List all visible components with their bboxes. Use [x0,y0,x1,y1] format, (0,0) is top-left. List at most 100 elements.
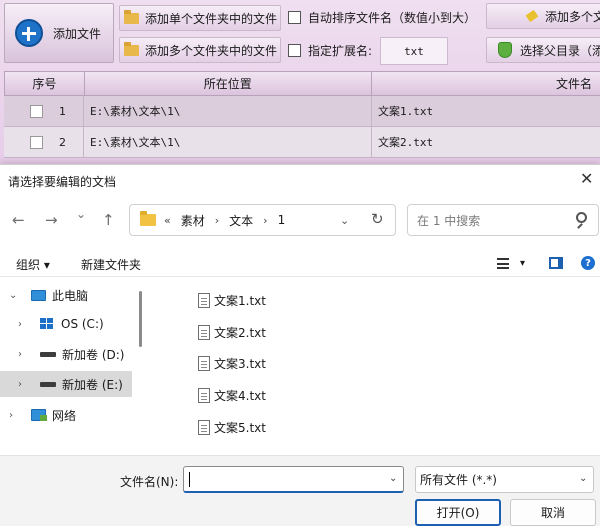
row-number-cell: 2 [4,127,84,157]
text-file-icon [198,355,210,371]
app-window: 添加文件 添加单个文件夹中的文件 添加多个文件夹中的文件 自动排序文件名（数值小… [0,0,600,170]
list-item[interactable]: 文案2.txt [198,320,266,344]
chevron-right-icon[interactable]: › [18,349,30,360]
auto-sort-label: 自动排序文件名（数值小到大） [308,10,477,25]
back-icon[interactable]: ← [12,211,25,229]
choose-parent-button[interactable]: 选择父目录（添 [486,37,600,63]
auto-sort-checkbox[interactable]: 自动排序文件名（数值小到大） [288,4,476,30]
filename-label: 文件名(N): [120,475,179,489]
add-multi-files-label: 添加多个文 [544,9,600,24]
list-item[interactable]: 文案5.txt [198,415,266,439]
shield-icon [498,42,512,58]
choose-parent-label: 选择父目录（添 [520,43,600,58]
row-filename: 文案2.txt [372,127,600,157]
table-row[interactable]: 1 E:\素材\文本\1\ 文案1.txt [4,96,600,127]
chevron-down-icon[interactable]: ⌄ [9,290,21,301]
address-bar[interactable]: « 素材 › 文本 › 1 ⌄ ↻ [129,204,396,236]
history-chevron-icon[interactable]: ⌄ [76,207,86,221]
text-file-icon [198,324,210,340]
chevron-down-icon[interactable]: ⌄ [389,473,397,484]
text-file-icon [198,387,210,403]
open-button[interactable]: 打开(O) [415,499,501,526]
row-checkbox[interactable] [30,104,43,118]
view-list-icon[interactable] [497,258,509,269]
ext-checkbox[interactable]: 指定扩展名: [288,37,372,63]
add-multi-files-button[interactable]: 添加多个文 [486,3,600,29]
tree-item-label: 新加卷 (E:) [62,377,123,392]
folder-icon [140,211,156,226]
file-name: 文案4.txt [214,388,266,403]
file-name: 文案5.txt [214,420,266,435]
breadcrumb-item[interactable]: 素材 [181,212,205,229]
chevron-right-icon[interactable]: › [18,319,30,330]
text-file-icon [198,292,210,308]
add-multi-folder-label: 添加多个文件夹中的文件 [145,43,278,58]
dialog-footer: 文件名(N): ⌄ 所有文件 (*.*) ⌄ 打开(O) 取消 [0,455,600,526]
breadcrumb-item[interactable]: 1 [278,213,286,227]
tree-item-label: 网络 [52,408,77,423]
view-dropdown-icon[interactable]: ▾ [520,258,525,269]
close-icon[interactable]: ✕ [580,169,593,188]
add-file-button[interactable]: 添加文件 [4,3,114,63]
text-caret [189,472,190,487]
help-icon[interactable]: ? [581,256,595,270]
tree-item-d-drive[interactable]: › 新加卷 (D:) [0,341,132,367]
search-input[interactable]: 在 1 中搜索 [407,204,599,236]
filetype-value: 所有文件 (*.*) [420,473,497,487]
address-dropdown-icon[interactable]: ⌄ [340,214,349,227]
row-number-cell: 1 [4,96,84,126]
checkbox-box[interactable] [288,10,301,24]
tree-item-c-drive[interactable]: › OS (C:) [0,311,132,337]
grid-header: 序号 所在位置 文件名 [4,71,600,96]
file-name: 文案1.txt [214,293,266,308]
col-location[interactable]: 所在位置 [85,72,372,95]
folder-icon [124,41,139,56]
chevron-down-icon[interactable]: ⌄ [579,473,587,484]
forward-icon[interactable]: → [45,211,58,229]
add-single-folder-label: 添加单个文件夹中的文件 [145,11,278,26]
tree-item-label: OS (C:) [61,317,104,331]
plus-icon [15,19,43,47]
checkbox-box[interactable] [288,43,301,57]
search-icon[interactable] [576,212,587,223]
filetype-select[interactable]: 所有文件 (*.*) ⌄ [415,466,594,493]
dialog-title: 请选择要编辑的文档 [8,175,117,189]
new-folder-button[interactable]: 新建文件夹 [81,256,141,273]
table-row[interactable]: 2 E:\素材\文本\1\ 文案2.txt [4,127,600,158]
add-multi-folder-button[interactable]: 添加多个文件夹中的文件 [119,37,281,63]
list-item[interactable]: 文案3.txt [198,351,266,375]
folder-icon [124,9,139,24]
file-name: 文案2.txt [214,325,266,340]
breadcrumb-item[interactable]: 文本 [229,212,253,229]
breadcrumb-more[interactable]: « [164,214,171,227]
row-location: E:\素材\文本\1\ [84,96,372,126]
pc-icon [31,289,46,301]
organize-menu[interactable]: 组织 ▾ [16,256,50,273]
row-filename: 文案1.txt [372,96,600,126]
ext-label: 指定扩展名: [308,43,373,58]
network-icon [31,409,47,421]
file-name: 文案3.txt [214,356,266,371]
tree-item-e-drive[interactable]: › 新加卷 (E:) [0,371,132,397]
command-bar: 组织 ▾ 新建文件夹 ▾ ? [0,251,600,277]
row-checkbox[interactable] [30,135,43,149]
refresh-icon[interactable]: ↻ [371,210,384,228]
up-icon[interactable]: ↑ [102,211,115,229]
list-item[interactable]: 文案1.txt [198,288,266,312]
preview-pane-icon[interactable] [549,257,563,269]
chevron-right-icon[interactable]: › [18,379,30,390]
col-no[interactable]: 序号 [5,72,85,95]
filename-input[interactable]: ⌄ [183,466,404,493]
cancel-button[interactable]: 取消 [510,499,596,526]
tree-item-this-pc[interactable]: ⌄ 此电脑 [0,282,132,308]
tree-scrollbar[interactable] [139,291,142,347]
drive-icon [40,351,56,357]
chevron-right-icon[interactable]: › [9,410,21,421]
tree-item-network[interactable]: › 网络 [0,402,132,428]
extension-input[interactable]: txt [380,37,448,65]
file-grid: 序号 所在位置 文件名 1 E:\素材\文本\1\ 文案1.txt 2 E:\素… [4,71,600,158]
col-name[interactable]: 文件名 [372,72,600,95]
add-single-folder-button[interactable]: 添加单个文件夹中的文件 [119,5,281,31]
row-number: 2 [59,135,66,149]
list-item[interactable]: 文案4.txt [198,383,266,407]
